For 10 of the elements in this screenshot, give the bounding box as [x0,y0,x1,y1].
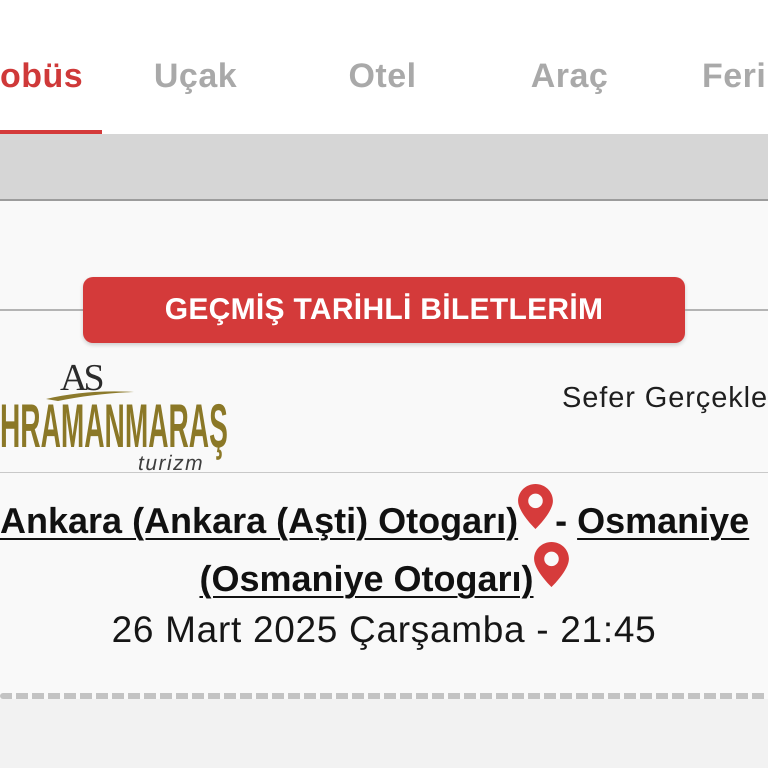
route-separator: - [555,499,568,543]
trip-status: Sefer Gerçekle [562,382,768,415]
past-tickets-button[interactable]: GEÇMİŞ TARİHLİ BİLETLERİM [83,277,685,343]
origin-link[interactable]: Ankara (Ankara (Aşti) Otogarı) [0,499,518,543]
destination-terminal-link[interactable]: (Osmaniye Otogarı) [199,557,534,601]
map-pin-icon [518,484,554,529]
map-pin-icon [534,542,569,587]
company-logo: AS HRAMANMARAŞ turizm [0,355,230,472]
destination-link[interactable]: Osmaniye [577,499,750,543]
departure-datetime: 26 Mart 2025 Çarşamba - 21:45 [112,609,656,651]
